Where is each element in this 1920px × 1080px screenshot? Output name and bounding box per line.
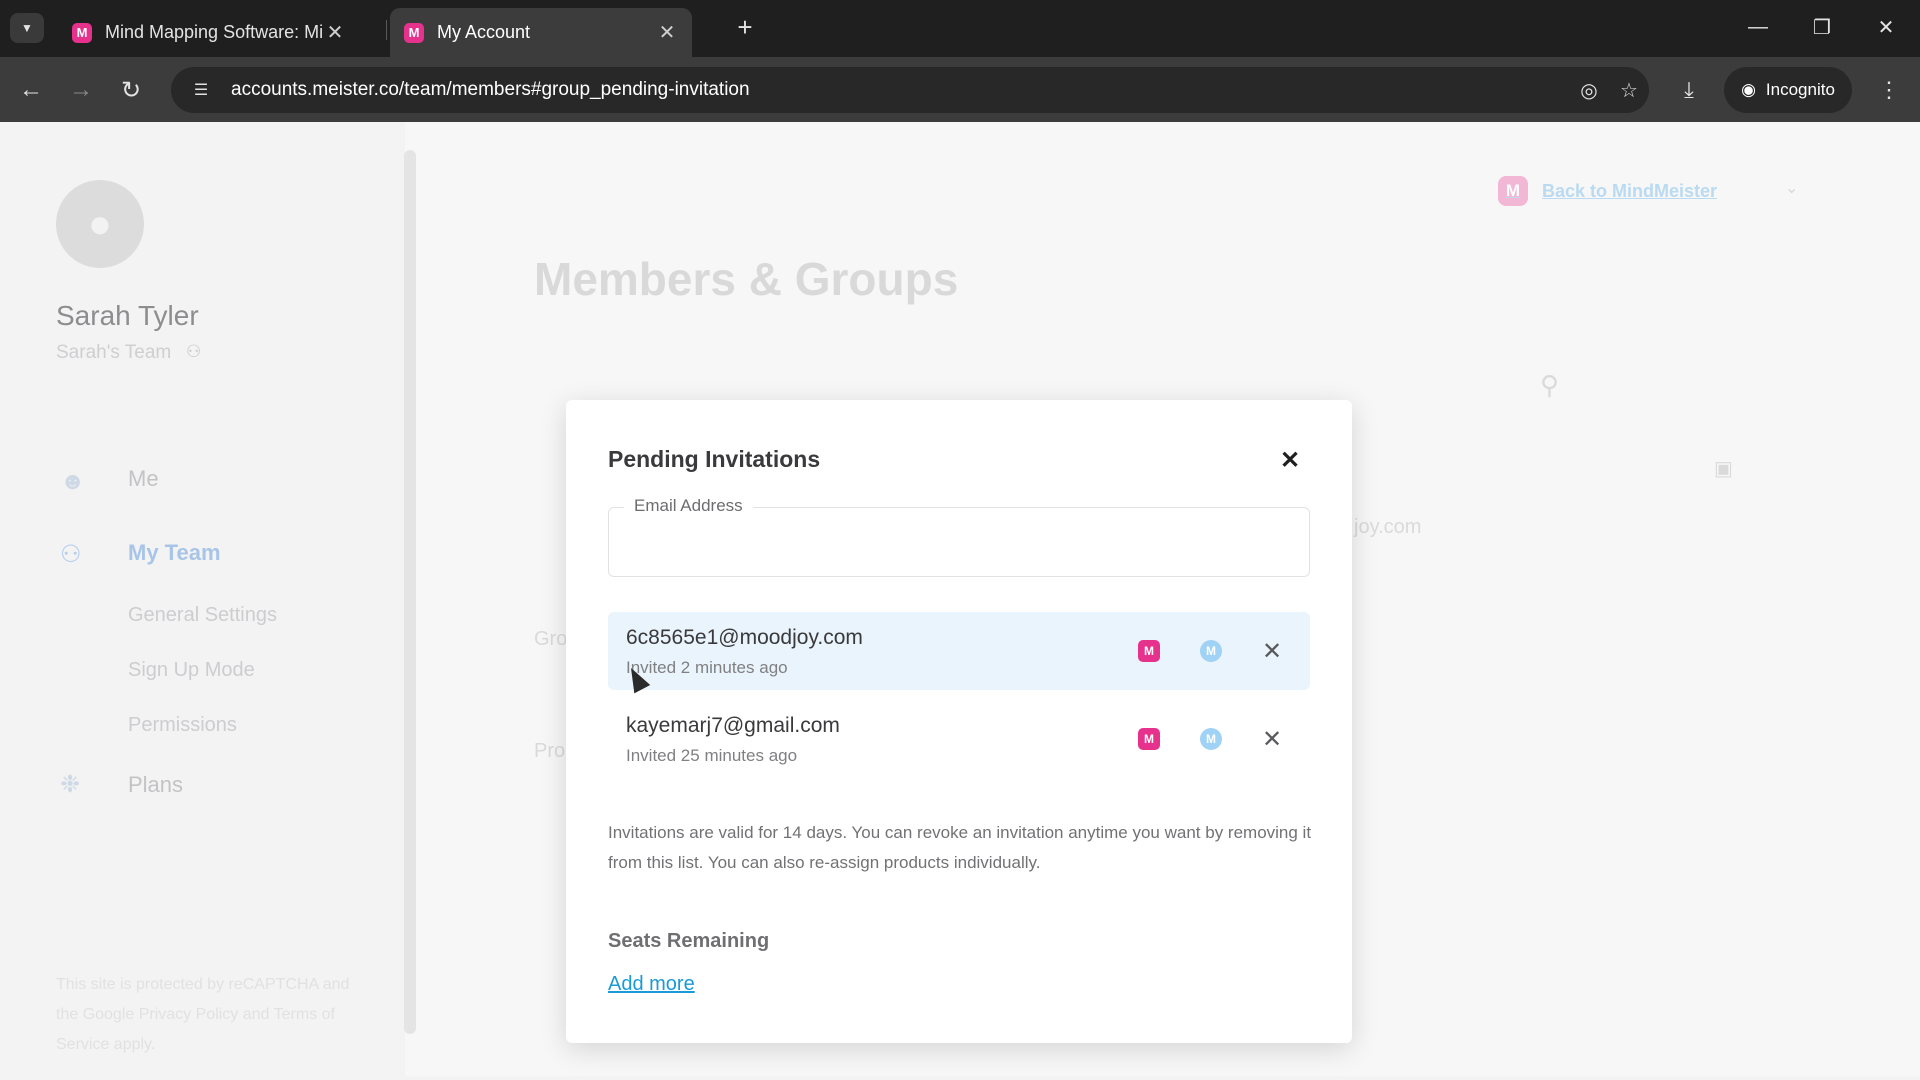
reload-icon: ↻ (120, 76, 142, 104)
sidebar-item-sign-up-mode[interactable]: Sign Up Mode (128, 659, 255, 682)
minimize-icon: — (1748, 15, 1768, 38)
close-icon: ✕ (1877, 16, 1895, 39)
invitation-row: kayemarj7@gmail.com Invited 25 minutes a… (608, 700, 1310, 778)
seats-remaining-label: Seats Remaining (608, 930, 770, 952)
modal-close-button[interactable]: ✕ (1272, 442, 1308, 478)
lock-icon: ▣ (1714, 458, 1733, 480)
back-to-mindmeister-link[interactable]: M Back to MindMeister (1498, 176, 1717, 206)
minimize-button[interactable]: — (1736, 10, 1780, 44)
team-icon: ⚇ (60, 541, 82, 568)
mindmeister-favicon-icon: M (72, 22, 92, 43)
new-tab-button[interactable]: + (730, 12, 760, 42)
groups-heading-fragment: Gro (534, 628, 568, 650)
close-icon: ✕ (1261, 637, 1283, 665)
meister-favicon-icon: M (404, 22, 424, 43)
restore-button[interactable]: ❐ (1800, 10, 1844, 44)
add-more-link[interactable]: Add more (608, 973, 695, 996)
restore-icon: ❐ (1813, 16, 1831, 39)
pending-invitations-modal: Pending Invitations ✕ Email Address 6c85… (566, 400, 1352, 1043)
mindmeister-product-icon[interactable]: M (1138, 728, 1160, 750)
incognito-icon: ◉ (1741, 80, 1756, 99)
close-window-button[interactable]: ✕ (1864, 10, 1908, 44)
email-field-label: Email Address (624, 496, 753, 516)
tab-separator (386, 20, 387, 40)
email-field-wrapper (608, 507, 1310, 577)
sidebar-item-me[interactable]: Me (128, 466, 159, 492)
invitation-time: Invited 25 minutes ago (626, 746, 798, 765)
sidebar-scrollbar[interactable] (404, 150, 416, 1034)
download-button[interactable]: ⤓ (1672, 73, 1706, 107)
modal-title: Pending Invitations (608, 446, 821, 472)
sidebar-item-general-settings[interactable]: General Settings (128, 604, 277, 627)
plus-icon: + (737, 11, 753, 42)
sidebar: ● Sarah Tyler Sarah's Team ⚇ ☻ Me ⚇ My T… (0, 122, 405, 1076)
member-email-fragment: joy.com (1354, 516, 1422, 538)
browser-menu-button[interactable]: ⋮ (1874, 73, 1904, 107)
meistertask-product-icon[interactable]: M (1200, 640, 1222, 662)
back-link-label: Back to MindMeister (1542, 180, 1718, 201)
sidebar-item-plans[interactable]: Plans (128, 772, 183, 798)
close-tab-icon[interactable]: ✕ (656, 20, 678, 45)
close-icon: ✕ (1279, 446, 1301, 474)
url-text[interactable]: accounts.meister.co/team/members#group_p… (231, 79, 1569, 101)
invitation-time: Invited 2 minutes ago (626, 658, 788, 677)
tab-title: Mind Mapping Software: Mind (105, 22, 324, 42)
mindmeister-logo-icon: M (1498, 176, 1528, 206)
address-bar[interactable]: ☰ accounts.meister.co/team/members#group… (171, 67, 1649, 113)
team-icon: ⚇ (186, 342, 202, 361)
meistertask-product-icon[interactable]: M (1200, 728, 1222, 750)
user-name: Sarah Tyler (56, 300, 199, 331)
email-input[interactable] (625, 522, 1295, 566)
page-content: ● Sarah Tyler Sarah's Team ⚇ ☻ Me ⚇ My T… (0, 122, 1920, 1076)
chevron-down-icon: ▼ (21, 21, 33, 35)
revoke-invitation-button[interactable]: ✕ (1255, 722, 1289, 756)
invitation-row: 6c8565e1@moodjoy.com Invited 2 minutes a… (608, 612, 1310, 690)
invitation-info-text: Invitations are valid for 14 days. You c… (608, 823, 1312, 872)
invitation-email: 6c8565e1@moodjoy.com (626, 626, 863, 649)
tab-my-account[interactable]: M My Account ✕ (390, 8, 692, 57)
incognito-indicator[interactable]: ◉ Incognito (1724, 67, 1852, 113)
back-button[interactable]: ← (14, 73, 48, 107)
sidebar-item-permissions[interactable]: Permissions (128, 714, 237, 737)
search-icon[interactable]: ⚲ (1540, 370, 1559, 401)
recaptcha-notice: This site is protected by reCAPTCHA and … (56, 976, 350, 1053)
arrow-left-icon: ← (19, 76, 43, 103)
browser-tab-bar: ▼ M Mind Mapping Software: Mind ✕ M My A… (0, 0, 1920, 57)
eye-off-icon[interactable]: ◎ (1569, 78, 1609, 103)
user-icon: ☻ (60, 468, 86, 495)
close-icon: ✕ (1261, 725, 1283, 753)
star-icon[interactable]: ☆ (1609, 78, 1649, 103)
invitation-email: kayemarj7@gmail.com (626, 714, 840, 737)
incognito-label: Incognito (1765, 80, 1835, 99)
download-icon: ⤓ (1684, 77, 1694, 102)
close-tab-icon[interactable]: ✕ (324, 20, 346, 45)
team-name: Sarah's Team (56, 342, 172, 363)
site-info-icon[interactable]: ☰ (181, 80, 221, 100)
page-title: Members & Groups (534, 253, 959, 305)
revoke-invitation-button[interactable]: ✕ (1255, 634, 1289, 668)
products-heading-fragment: Pro (534, 740, 566, 762)
tab-title: My Account (437, 22, 531, 42)
arrow-right-icon: → (69, 76, 93, 103)
reload-button[interactable]: ↻ (114, 73, 148, 107)
avatar[interactable]: ● (56, 180, 144, 268)
plans-icon: ❉ (60, 771, 81, 798)
more-vertical-icon: ⋮ (1878, 77, 1900, 102)
chevron-down-icon[interactable]: ⌄ (1785, 178, 1798, 198)
tab-search-button[interactable]: ▼ (10, 13, 44, 43)
tab-mind-mapping[interactable]: M Mind Mapping Software: Mind ✕ (58, 8, 360, 57)
sidebar-item-my-team[interactable]: My Team (128, 540, 221, 566)
mindmeister-product-icon[interactable]: M (1138, 640, 1160, 662)
forward-button[interactable]: → (64, 73, 98, 107)
browser-toolbar: ← → ↻ ☰ accounts.meister.co/team/members… (0, 57, 1920, 122)
